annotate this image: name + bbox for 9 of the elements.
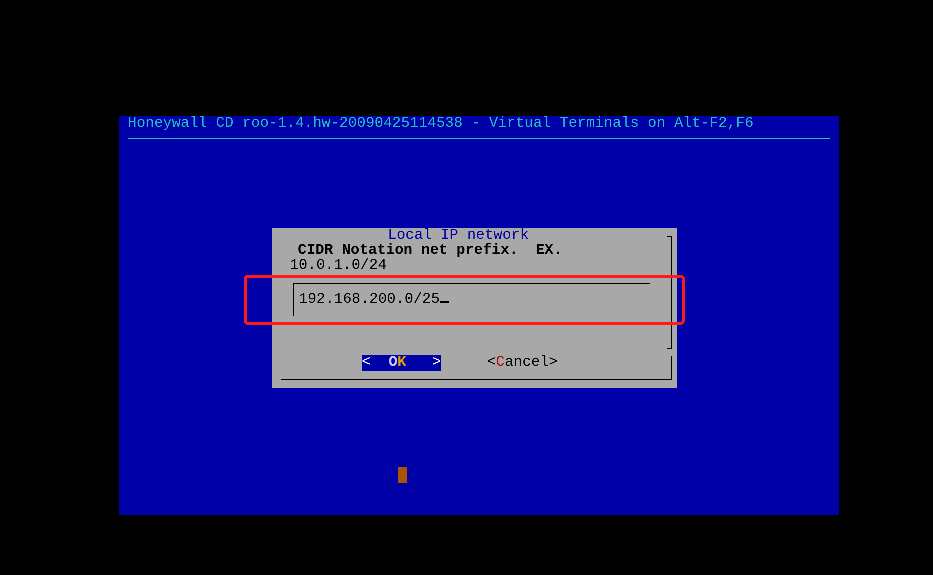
dialog-title: Local IP network (388, 228, 530, 244)
text-cursor (440, 301, 450, 303)
screen-title: Honeywall CD roo-1.4.hw-20090425114538 - Virtual Terminals on Alt-F2,F6 (128, 116, 754, 132)
cursor (398, 467, 407, 483)
dialog-button[interactable]: < OK > (362, 355, 442, 371)
prompt-text: CIDR Notation net prefix. EX. (298, 243, 562, 259)
input-field[interactable]: 192.168.200.0/25 (293, 283, 650, 316)
dialog-button[interactable]: <Cancel> (487, 355, 558, 371)
example-text: 10.0.1.0/24 (290, 260, 387, 273)
